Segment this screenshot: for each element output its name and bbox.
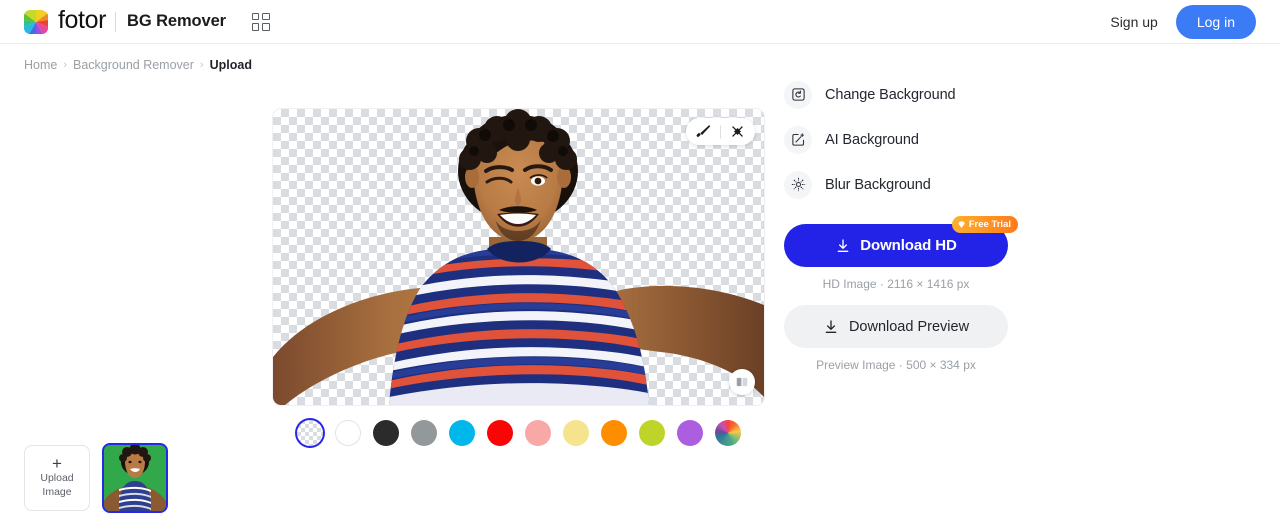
hd-image-caption: HD Image · 2116 × 1416 px	[822, 277, 970, 291]
download-preview-button[interactable]: Download Preview	[784, 305, 1008, 348]
thumbnail-preview-image	[104, 445, 166, 511]
swatch-pink[interactable]	[524, 420, 551, 446]
swatch-orange[interactable]	[600, 420, 627, 446]
tool-separator	[720, 124, 721, 139]
app-title: BG Remover	[127, 12, 226, 30]
upload-label-line2: Image	[42, 486, 72, 498]
brush-icon[interactable]	[695, 123, 712, 140]
gem-icon	[957, 221, 965, 228]
right-panel: Change Background AI Background Blur Bac…	[784, 72, 1018, 372]
option-label: Change Background	[825, 86, 956, 103]
swatch-red[interactable]	[486, 420, 513, 446]
uploaded-photo-thumb[interactable]	[104, 445, 166, 511]
swatch-cyan[interactable]	[448, 420, 475, 446]
swatch-black[interactable]	[372, 420, 399, 446]
swatch-yellow-green[interactable]	[638, 420, 665, 446]
brand-logo-group[interactable]: fotor	[24, 6, 107, 34]
thumbnail-strip: + Upload Image	[24, 445, 166, 511]
image-canvas[interactable]	[273, 109, 764, 405]
log-in-button[interactable]: Log in	[1175, 4, 1256, 39]
upload-image-button[interactable]: + Upload Image	[24, 445, 90, 511]
subject-image	[273, 109, 764, 405]
breadcrumb: Home › Background Remover › Upload	[0, 44, 1280, 72]
fotor-colorwheel-logo	[24, 9, 48, 34]
plus-icon: +	[52, 454, 62, 473]
erase-icon[interactable]	[729, 123, 746, 140]
header-actions: Sign up Log in	[1110, 4, 1256, 39]
brand-wordmark: fotor	[58, 6, 107, 34]
image-canvas-wrapper	[273, 109, 764, 405]
option-label: Blur Background	[825, 176, 931, 193]
canvas-tool-bar	[686, 118, 755, 145]
swatch-custom-color-wheel[interactable]	[714, 420, 741, 446]
swatch-purple[interactable]	[676, 420, 703, 446]
option-blur-background[interactable]: Blur Background	[784, 162, 1008, 207]
swatch-white[interactable]	[334, 420, 361, 446]
download-icon	[837, 238, 849, 252]
swatch-transparent[interactable]	[296, 420, 323, 446]
header-divider	[115, 11, 117, 32]
free-trial-badge-label: Free Trial	[968, 219, 1011, 230]
breadcrumb-item-home[interactable]: Home	[24, 58, 57, 72]
free-trial-badge: Free Trial	[951, 216, 1018, 233]
upload-label-line1: Upload	[40, 472, 74, 484]
download-hd-wrapper: Free Trial Download HD	[784, 216, 1018, 267]
breadcrumb-separator: ›	[199, 59, 204, 71]
change-background-icon	[784, 80, 812, 109]
ai-background-icon	[784, 125, 812, 154]
option-label: AI Background	[825, 131, 919, 148]
option-change-background[interactable]: Change Background	[784, 72, 1008, 117]
breadcrumb-separator: ›	[63, 59, 68, 71]
breadcrumb-item-upload: Upload	[209, 58, 252, 72]
download-preview-label: Download Preview	[848, 318, 970, 335]
download-icon	[825, 319, 837, 333]
grid-apps-icon[interactable]	[250, 11, 272, 33]
blur-background-icon	[784, 170, 812, 199]
preview-image-caption: Preview Image · 500 × 334 px	[816, 358, 976, 372]
option-ai-background[interactable]: AI Background	[784, 117, 1008, 162]
swatch-light-yellow[interactable]	[562, 420, 589, 446]
download-hd-label: Download HD	[860, 237, 957, 254]
app-header: fotor BG Remover Sign up Log in	[0, 0, 1280, 44]
sign-up-link[interactable]: Sign up	[1110, 14, 1157, 30]
background-color-swatches	[273, 420, 764, 446]
main-area: Change Background AI Background Blur Bac…	[0, 72, 1280, 524]
compare-split-icon[interactable]	[729, 369, 755, 395]
breadcrumb-item-background-remover[interactable]: Background Remover	[73, 58, 194, 72]
swatch-gray[interactable]	[410, 420, 437, 446]
